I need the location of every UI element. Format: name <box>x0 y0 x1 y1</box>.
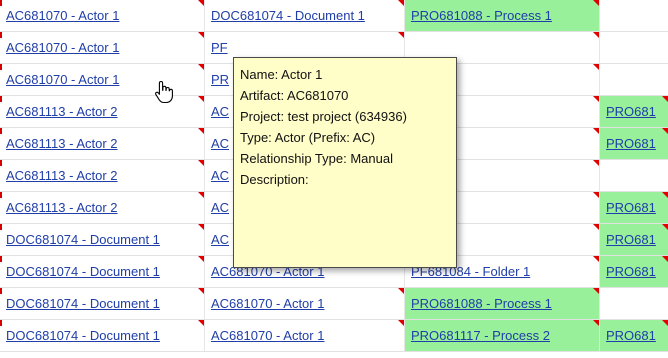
artifact-link[interactable]: PRO681 <box>606 136 656 151</box>
tooltip-type: Type: Actor (Prefix: AC) <box>240 130 376 145</box>
artifact-link[interactable]: AC681113 - Actor 2 <box>6 168 118 183</box>
artifact-link[interactable]: PRO681088 - Process 1 <box>411 296 552 311</box>
artifact-link[interactable]: PRO681 <box>606 104 656 119</box>
table-cell: DOC681074 - Document 1 <box>0 320 205 351</box>
artifact-link[interactable]: AC <box>211 200 229 215</box>
table-cell: PRO681117 - Process 2 <box>405 320 600 351</box>
artifact-link[interactable]: PRO681088 - Process 1 <box>411 8 552 23</box>
table-cell: PRO681 <box>600 256 668 287</box>
red-marker-icon <box>0 64 2 70</box>
artifact-link[interactable]: AC <box>211 136 229 151</box>
table-cell <box>600 160 668 191</box>
table-cell: DOC681074 - Document 1 <box>205 0 405 31</box>
artifact-link[interactable]: PRO681 <box>606 328 656 343</box>
red-marker-icon <box>0 288 2 294</box>
artifact-link[interactable]: AC681070 - Actor 1 <box>211 296 324 311</box>
table-cell <box>600 64 668 95</box>
table-row: DOC681074 - Document 1 AC681070 - Actor 1… <box>0 320 668 352</box>
table-cell: AC681070 - Actor 1 <box>0 0 205 31</box>
table-row: DOC681074 - Document 1 AC681070 - Actor 1… <box>0 288 668 320</box>
table-cell: AC681070 - Actor 1 <box>0 64 205 95</box>
table-row: AC681070 - Actor 1 DOC681074 - Document 1… <box>0 0 668 32</box>
red-marker-icon <box>0 32 2 38</box>
table-cell <box>600 0 668 31</box>
table-cell: AC681070 - Actor 1 <box>205 288 405 319</box>
red-marker-icon <box>0 192 2 198</box>
artifact-link[interactable]: AC681070 - Actor 1 <box>211 328 324 343</box>
artifact-link[interactable]: AC681070 - Actor 1 <box>6 40 119 55</box>
artifact-link[interactable]: AC681113 - Actor 2 <box>6 200 118 215</box>
artifact-link[interactable]: DOC681074 - Document 1 <box>6 328 160 343</box>
table-cell: DOC681074 - Document 1 <box>0 224 205 255</box>
table-cell: PRO681 <box>600 128 668 159</box>
red-marker-icon <box>0 96 2 102</box>
table-cell: DOC681074 - Document 1 <box>0 288 205 319</box>
hand-pointer-icon <box>155 80 173 104</box>
table-cell: PRO681088 - Process 1 <box>405 0 600 31</box>
artifact-link[interactable]: PRO681 <box>606 200 656 215</box>
red-marker-icon <box>0 128 2 134</box>
artifact-link[interactable]: AC681070 - Actor 1 <box>6 72 119 87</box>
table-cell: AC681070 - Actor 1 <box>205 320 405 351</box>
artifact-link[interactable]: DOC681074 - Document 1 <box>6 264 160 279</box>
artifact-link[interactable]: AC681113 - Actor 2 <box>6 104 118 119</box>
table-cell: PRO681 <box>600 192 668 223</box>
tooltip-description: Description: <box>240 172 309 187</box>
artifact-link[interactable]: PRO681117 - Process 2 <box>411 328 550 343</box>
artifact-link[interactable]: DOC681074 - Document 1 <box>6 232 160 247</box>
red-marker-icon <box>0 160 2 166</box>
table-cell: AC681113 - Actor 2 <box>0 96 205 127</box>
artifact-link[interactable]: DOC681074 - Document 1 <box>211 8 365 23</box>
artifact-link[interactable]: PRO681 <box>606 232 656 247</box>
artifact-link[interactable]: AC <box>211 232 229 247</box>
table-cell: AC681113 - Actor 2 <box>0 192 205 223</box>
tooltip-artifact: Artifact: AC681070 <box>240 88 349 103</box>
tooltip-name: Name: Actor 1 <box>240 67 323 82</box>
artifact-tooltip: Name: Actor 1 Artifact: AC681070 Project… <box>233 57 457 268</box>
tooltip-project: Project: test project (634936) <box>240 109 407 124</box>
red-marker-icon <box>0 224 2 230</box>
artifact-link[interactable]: AC681113 - Actor 2 <box>6 136 118 151</box>
table-cell: AC681113 - Actor 2 <box>0 128 205 159</box>
red-marker-icon <box>0 0 2 6</box>
table-cell <box>600 32 668 63</box>
artifact-link[interactable]: DOC681074 - Document 1 <box>6 296 160 311</box>
table-cell: PRO681 <box>600 320 668 351</box>
red-marker-icon <box>0 256 2 262</box>
table-cell <box>600 288 668 319</box>
red-marker-icon <box>0 320 2 326</box>
artifact-link[interactable]: PRO681 <box>606 264 656 279</box>
table-cell: AC681070 - Actor 1 <box>0 32 205 63</box>
table-cell: PRO681 <box>600 224 668 255</box>
artifact-link[interactable]: AC681070 - Actor 1 <box>6 8 119 23</box>
artifact-link[interactable]: PF <box>211 40 228 55</box>
table-cell: PRO681088 - Process 1 <box>405 288 600 319</box>
artifact-link[interactable]: PR <box>211 72 229 87</box>
artifact-link[interactable]: AC <box>211 104 229 119</box>
table-cell: AC681113 - Actor 2 <box>0 160 205 191</box>
tooltip-relationship-type: Relationship Type: Manual <box>240 151 393 166</box>
table-cell: PRO681 <box>600 96 668 127</box>
table-cell: DOC681074 - Document 1 <box>0 256 205 287</box>
artifact-link[interactable]: AC <box>211 168 229 183</box>
